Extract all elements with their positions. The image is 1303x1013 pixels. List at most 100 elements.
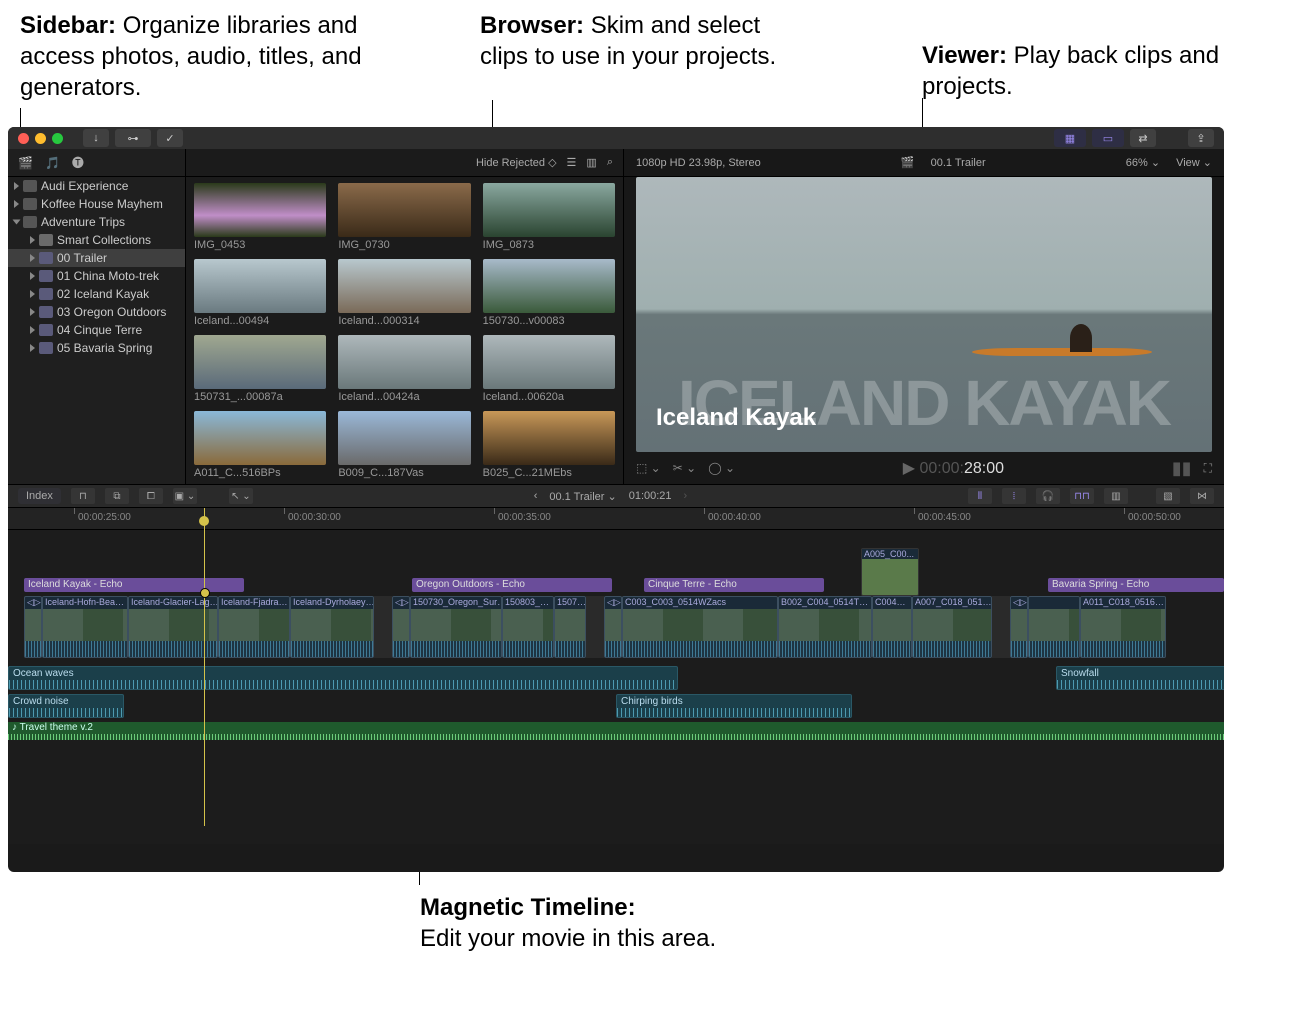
keyword-button[interactable]: ⊶ [115,129,151,147]
browser-clip[interactable]: 150730...v00083 [483,259,615,327]
zoom-window-button[interactable] [52,133,63,144]
timeline-history-forward[interactable]: › [684,490,688,503]
transitions-browser-icon[interactable]: ▧ [1156,488,1180,504]
enhance-menu-icon[interactable]: ◯ ⌄ [708,461,735,475]
video-clip[interactable]: B002_C004_0514T… [778,596,872,658]
browser-clip[interactable]: A011_C...516BPs [194,411,326,479]
sidebar-item[interactable]: Audi Experience [8,177,185,195]
clip-thumbnail[interactable] [483,259,615,313]
project-name[interactable]: 00.1 Trailer ⌄ [549,490,616,503]
clip-thumbnail[interactable] [483,335,615,389]
timeline-layout-button[interactable]: ▭ [1092,129,1124,147]
storyline-gap[interactable] [992,596,1010,658]
sidebar-item[interactable]: 02 Iceland Kayak [8,285,185,303]
disclosure-triangle-icon[interactable] [13,220,21,225]
disclosure-triangle-icon[interactable] [30,272,35,280]
clip-thumbnail[interactable] [338,259,470,313]
titles-generators-sidebar-icon[interactable]: 🅣 [72,154,84,171]
browser-clip[interactable]: IMG_0730 [338,183,470,251]
clip-appearance-icon[interactable]: ☰ [567,156,577,169]
browser-clip[interactable]: B025_C...21MEbs [483,411,615,479]
insert-clip-icon[interactable]: ⧉ [105,488,129,504]
effects-browser-icon[interactable]: ▥ [1104,488,1128,504]
browser-clip[interactable]: Iceland...000314 [338,259,470,327]
video-clip[interactable]: A011_C018_0516… [1080,596,1166,658]
clip-thumbnail[interactable] [483,183,615,237]
browser-layout-button[interactable]: ▦ [1054,129,1086,147]
audio-clip[interactable]: Chirping birds [616,694,852,718]
sidebar-item[interactable]: 04 Cinque Terre [8,321,185,339]
close-window-button[interactable] [18,133,29,144]
import-button[interactable]: ↓ [83,129,109,147]
sidebar-item[interactable]: 01 China Moto-trek [8,267,185,285]
music-track[interactable]: ♪ Travel theme v.2 [8,722,1224,740]
clip-thumbnail[interactable] [483,411,615,465]
solo-icon[interactable]: 🎧 [1036,488,1060,504]
disclosure-triangle-icon[interactable] [14,182,19,190]
browser-clip[interactable]: B009_C...187Vas [338,411,470,479]
background-tasks-button[interactable]: ✓ [157,129,183,147]
connect-clip-icon[interactable]: ⊓ [71,488,95,504]
photos-audio-sidebar-icon[interactable]: 🎵 [45,156,60,170]
viewport[interactable]: ICELAND KAYAK Iceland Kayak [636,177,1212,452]
video-clip[interactable]: C004… [872,596,912,658]
audio-clip[interactable]: Crowd noise [8,694,124,718]
libraries-sidebar-icon[interactable]: 🎬 [18,156,33,170]
disclosure-triangle-icon[interactable] [14,200,19,208]
timeline-ruler[interactable]: 00:00:25:0000:00:30:0000:00:35:0000:00:4… [8,508,1224,530]
retiming-menu-icon[interactable]: ✂ ⌄ [673,461,696,475]
video-clip[interactable]: A007_C018_051… [912,596,992,658]
transitions-browser-icon-2[interactable]: ⋈ [1190,488,1214,504]
title-clip[interactable]: Oregon Outdoors - Echo [412,578,612,592]
clip-thumbnail[interactable] [338,335,470,389]
storyline-gap[interactable] [586,596,604,658]
title-clip[interactable]: Cinque Terre - Echo [644,578,824,592]
minimize-window-button[interactable] [35,133,46,144]
inspector-button[interactable]: ⇄ [1130,129,1156,147]
disclosure-triangle-icon[interactable] [30,344,35,352]
snapping-icon[interactable]: ⊓⊓ [1070,488,1094,504]
view-menu[interactable]: View ⌄ [1176,156,1212,169]
title-clip[interactable]: Bavaria Spring - Echo [1048,578,1224,592]
titles-lane[interactable]: Iceland Kayak - Echo Oregon Outdoors - Ec… [8,578,1224,594]
audio-clip[interactable]: Snowfall [1056,666,1224,690]
video-clip[interactable]: Iceland-Hofn-Bea… [42,596,128,658]
audio-meters-icon[interactable]: ▮▮ [1172,458,1192,479]
sidebar-item[interactable]: Smart Collections [8,231,185,249]
disclosure-triangle-icon[interactable] [30,308,35,316]
list-view-icon[interactable]: ▥ [586,156,596,169]
title-clip[interactable]: Iceland Kayak - Echo [24,578,244,592]
share-button[interactable]: ⇪ [1188,129,1214,147]
transition-clip[interactable]: ◁▷ [604,596,622,658]
video-clip[interactable]: Iceland-Dyrholaey… [290,596,374,658]
video-clip[interactable] [1028,596,1080,658]
fullscreen-icon[interactable]: ⛶ [1204,461,1212,476]
search-icon[interactable]: ⌕ [607,156,613,169]
clip-thumbnail[interactable] [338,183,470,237]
magnetic-timeline[interactable]: 00:00:25:0000:00:30:0000:00:35:0000:00:4… [8,508,1224,844]
video-clip[interactable]: 150803_… [502,596,554,658]
sidebar-item[interactable]: Adventure Trips [8,213,185,231]
storyline-gap[interactable] [374,596,392,658]
overwrite-clip-icon[interactable]: ▣ ⌄ [173,488,197,504]
sidebar-item[interactable]: 00 Trailer [8,249,185,267]
disclosure-triangle-icon[interactable] [30,254,35,262]
skimming-icon[interactable]: ⦀ [968,488,992,504]
transform-menu-icon[interactable]: ⬚ ⌄ [636,461,661,475]
zoom-menu[interactable]: 66% ⌄ [1126,156,1160,169]
browser-clip[interactable]: IMG_0453 [194,183,326,251]
clip-thumbnail[interactable] [194,411,326,465]
timeline-index-button[interactable]: Index [18,488,61,504]
browser-clip[interactable]: IMG_0873 [483,183,615,251]
primary-storyline[interactable]: ◁▷Iceland-Hofn-Bea…Iceland-Glacier-Lag…I… [8,596,1224,658]
clip-thumbnail[interactable] [194,183,326,237]
transition-clip[interactable]: ◁▷ [1010,596,1028,658]
timeline-history-back[interactable]: ‹ [534,490,538,503]
browser-clip[interactable]: Iceland...00620a [483,335,615,403]
sidebar-item[interactable]: Koffee House Mayhem [8,195,185,213]
sidebar-item[interactable]: 03 Oregon Outdoors [8,303,185,321]
transition-clip[interactable]: ◁▷ [24,596,42,658]
sidebar-item[interactable]: 05 Bavaria Spring [8,339,185,357]
clip-thumbnail[interactable] [338,411,470,465]
disclosure-triangle-icon[interactable] [30,236,35,244]
